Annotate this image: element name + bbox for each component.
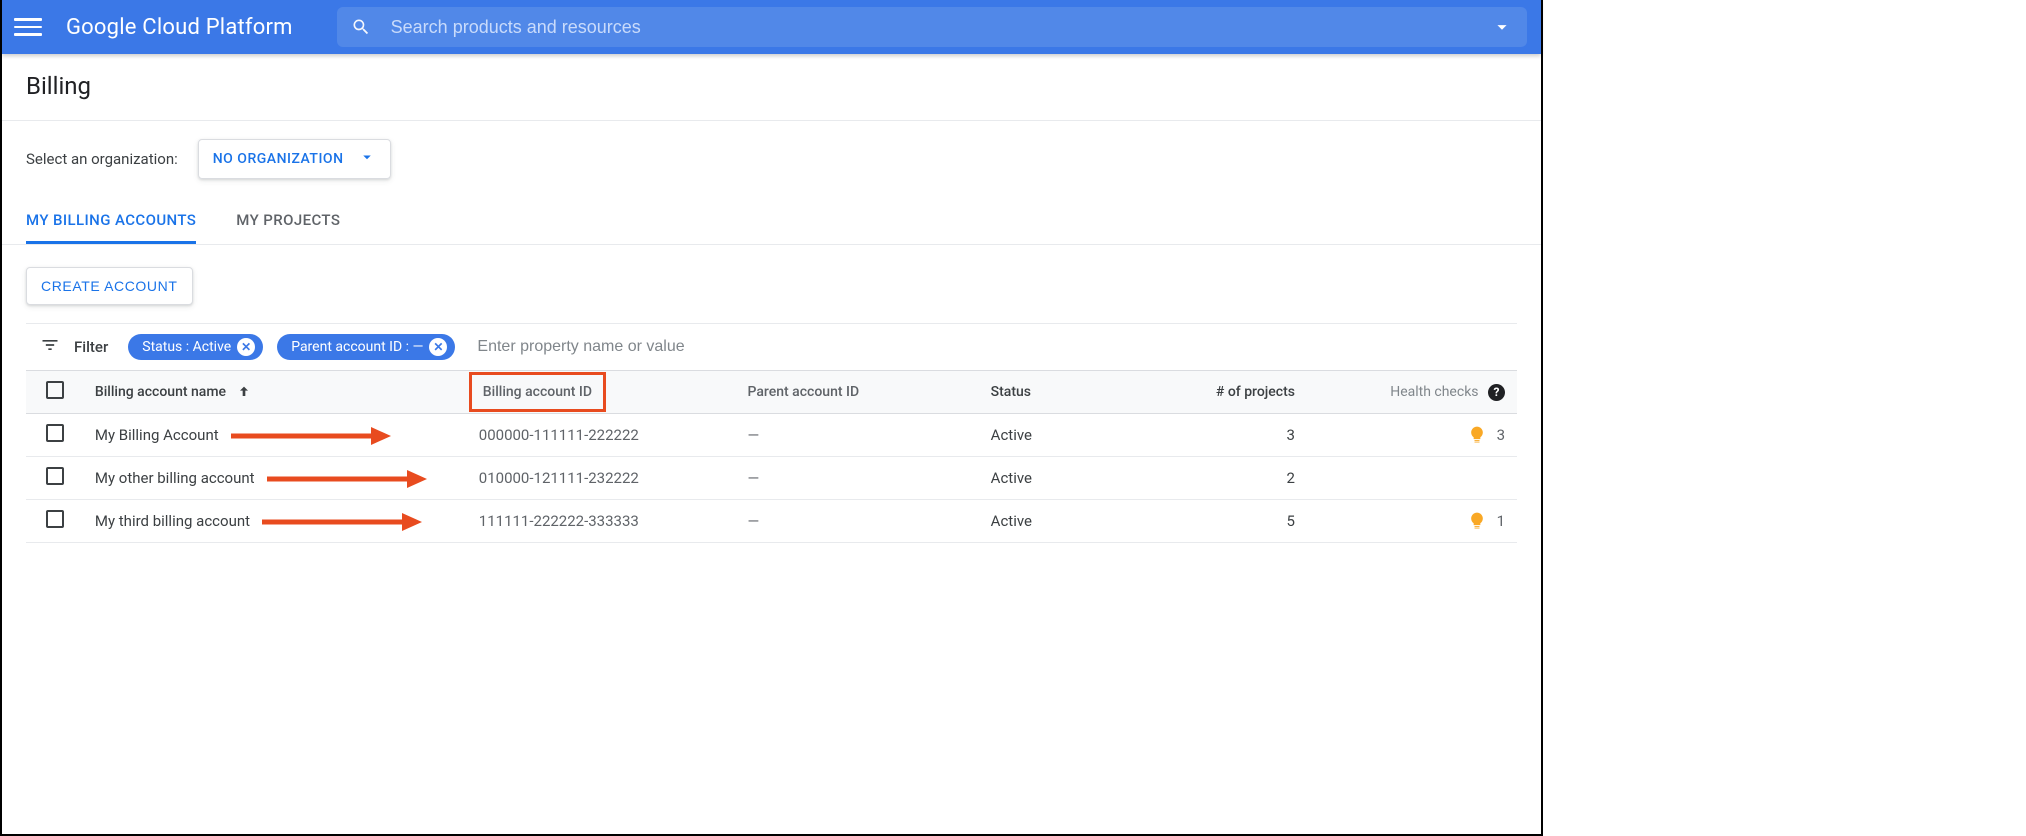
annotation-arrow — [231, 424, 391, 452]
search-icon — [351, 17, 371, 37]
parent-id: — — [738, 500, 981, 543]
account-name[interactable]: My Billing Account — [95, 426, 219, 444]
col-header-health[interactable]: Health checks ? — [1325, 371, 1517, 414]
row-checkbox[interactable] — [46, 424, 64, 442]
health-cell: 1 — [1335, 511, 1505, 531]
health-count: 1 — [1497, 512, 1505, 530]
select-all-cell — [26, 371, 85, 414]
arrow-up-icon — [230, 384, 252, 400]
tab-my-billing-accounts[interactable]: MY BILLING ACCOUNTS — [26, 201, 196, 244]
close-icon[interactable]: ✕ — [237, 338, 255, 356]
health-cell — [1335, 468, 1505, 488]
filter-bar: Filter Status : Active ✕ Parent account … — [26, 323, 1517, 370]
filter-chip-label: Parent account ID : — — [291, 339, 423, 355]
actions-row: CREATE ACCOUNT — [2, 245, 1541, 323]
parent-id: — — [738, 457, 981, 500]
status: Active — [981, 500, 1173, 543]
col-header-projects[interactable]: # of projects — [1173, 371, 1325, 414]
lightbulb-icon[interactable] — [1467, 425, 1487, 445]
row-checkbox[interactable] — [46, 467, 64, 485]
account-name[interactable]: My other billing account — [95, 469, 255, 487]
table-row: My Billing Account 000000-111111-222222 … — [26, 414, 1517, 457]
billing-accounts-table-wrap: Filter Status : Active ✕ Parent account … — [2, 323, 1541, 547]
org-selector-label: Select an organization: — [26, 150, 178, 168]
row-checkbox[interactable] — [46, 510, 64, 528]
filter-chip-parent[interactable]: Parent account ID : — ✕ — [277, 334, 455, 360]
account-id: 000000-111111-222222 — [469, 414, 738, 457]
product-logo[interactable]: Google Cloud Platform — [66, 15, 293, 40]
tabs: MY BILLING ACCOUNTS MY PROJECTS — [2, 201, 1541, 245]
filter-icon[interactable] — [40, 335, 60, 359]
search-input[interactable] — [391, 17, 1471, 38]
org-selected-value: NO ORGANIZATION — [213, 151, 344, 167]
dropdown-arrow-icon — [358, 148, 376, 170]
search-box[interactable] — [337, 7, 1527, 47]
status: Active — [981, 414, 1173, 457]
status: Active — [981, 457, 1173, 500]
organization-row: Select an organization: NO ORGANIZATION — [2, 121, 1541, 201]
table-row: My other billing account 010000-121111-2… — [26, 457, 1517, 500]
health-cell: 3 — [1335, 425, 1505, 445]
account-name[interactable]: My third billing account — [95, 512, 250, 530]
filter-label: Filter — [74, 338, 108, 356]
col-header-id[interactable]: Billing account ID — [469, 371, 738, 414]
tab-my-projects[interactable]: MY PROJECTS — [236, 201, 340, 244]
page-header: Billing — [2, 54, 1541, 121]
project-count: 5 — [1173, 500, 1325, 543]
org-selector-dropdown[interactable]: NO ORGANIZATION — [198, 139, 391, 179]
top-app-bar: Google Cloud Platform — [2, 0, 1541, 54]
health-count: 3 — [1497, 426, 1505, 444]
filter-chip-status[interactable]: Status : Active ✕ — [128, 334, 263, 360]
project-count: 3 — [1173, 414, 1325, 457]
billing-accounts-table: Billing account name Billing account ID … — [26, 370, 1517, 543]
project-count: 2 — [1173, 457, 1325, 500]
col-header-parent[interactable]: Parent account ID — [738, 371, 981, 414]
chevron-down-icon[interactable] — [1491, 16, 1513, 38]
col-header-name[interactable]: Billing account name — [85, 371, 469, 414]
lightbulb-icon[interactable] — [1467, 511, 1487, 531]
page-title: Billing — [26, 72, 1517, 100]
close-icon[interactable]: ✕ — [429, 338, 447, 356]
parent-id: — — [738, 414, 981, 457]
filter-chip-label: Status : Active — [142, 339, 231, 355]
create-account-button[interactable]: CREATE ACCOUNT — [26, 267, 193, 305]
annotation-arrow — [267, 467, 427, 495]
annotation-arrow — [262, 510, 422, 538]
menu-icon[interactable] — [14, 13, 42, 41]
account-id: 010000-121111-232222 — [469, 457, 738, 500]
table-header-row: Billing account name Billing account ID … — [26, 371, 1517, 414]
col-header-status[interactable]: Status — [981, 371, 1173, 414]
account-id: 111111-222222-333333 — [469, 500, 738, 543]
select-all-checkbox[interactable] — [46, 381, 64, 399]
table-row: My third billing account 111111-222222-3… — [26, 500, 1517, 543]
filter-input[interactable] — [469, 338, 1515, 356]
help-icon[interactable]: ? — [1488, 384, 1505, 401]
